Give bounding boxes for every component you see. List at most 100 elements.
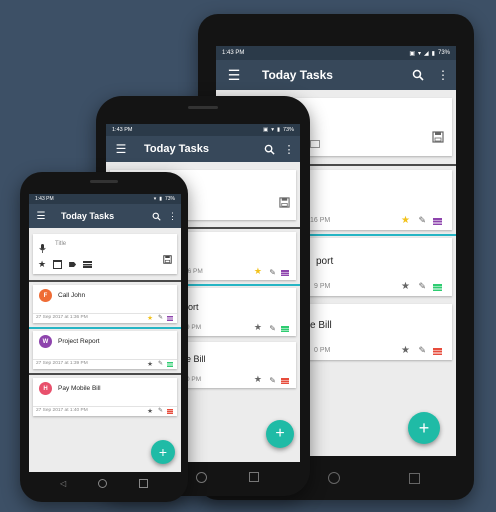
task-date: 0 PM bbox=[186, 376, 202, 383]
menu-icon[interactable]: ☰ bbox=[35, 211, 47, 222]
save-icon[interactable] bbox=[432, 130, 444, 148]
priority-icon bbox=[281, 326, 289, 332]
home-icon[interactable] bbox=[195, 471, 207, 483]
task-title: ort bbox=[188, 302, 199, 312]
task-title: e Bill bbox=[186, 354, 206, 364]
search-icon[interactable] bbox=[262, 144, 276, 155]
status-bar: 1:43 PM ▾ ▮ 73% bbox=[29, 194, 181, 204]
recents-icon[interactable] bbox=[408, 472, 420, 484]
toolbar-title: Today Tasks bbox=[144, 143, 210, 155]
attachment-icon[interactable]: ✎ bbox=[158, 360, 163, 367]
microphone-icon[interactable] bbox=[39, 240, 46, 258]
task-title: port bbox=[316, 256, 334, 267]
priority-icon bbox=[281, 270, 289, 276]
front-phone-device: 1:43 PM ▾ ▮ 73% ☰ Today Tasks ⋮ Title ★ bbox=[20, 172, 188, 502]
task-date: 9 PM bbox=[186, 324, 202, 331]
more-options-icon[interactable]: ⋮ bbox=[284, 143, 295, 156]
home-icon[interactable] bbox=[328, 472, 341, 484]
section-divider bbox=[29, 373, 181, 375]
recents-icon[interactable] bbox=[248, 472, 259, 482]
star-icon[interactable]: ★ bbox=[147, 314, 153, 322]
priority-icon bbox=[167, 362, 173, 367]
priority-icon bbox=[433, 218, 442, 225]
recents-icon[interactable] bbox=[139, 478, 148, 488]
speaker-grille bbox=[188, 106, 218, 109]
priority-icon bbox=[167, 409, 173, 414]
attachment-icon[interactable]: ✎ bbox=[418, 281, 426, 292]
task-title: e Bill bbox=[310, 320, 332, 331]
front-phone-nav-bar: ◁ bbox=[44, 474, 164, 492]
status-time: 1:43 PM bbox=[222, 50, 245, 56]
app-toolbar: ☰ Today Tasks ⋮ bbox=[106, 136, 300, 162]
battery-icon: ▮ bbox=[276, 127, 280, 133]
star-icon[interactable]: ★ bbox=[147, 407, 153, 415]
battery-icon: ▮ bbox=[431, 50, 435, 57]
star-icon[interactable]: ★ bbox=[401, 281, 410, 292]
calendar-icon[interactable] bbox=[53, 260, 63, 269]
home-icon[interactable] bbox=[98, 478, 108, 488]
star-icon[interactable]: ★ bbox=[401, 215, 410, 226]
star-icon[interactable]: ★ bbox=[254, 322, 262, 333]
star-icon[interactable]: ★ bbox=[254, 266, 262, 277]
task-card[interactable]: H Pay Mobile Bill 27 Sep 2017 at 1:40 PM… bbox=[33, 378, 177, 416]
save-icon[interactable] bbox=[163, 251, 172, 269]
task-card[interactable]: W Project Report 27 Sep 2017 at 1:39 PM … bbox=[33, 331, 177, 369]
attachment-icon[interactable]: ✎ bbox=[158, 407, 163, 414]
battery-icon: ▮ bbox=[159, 196, 162, 202]
task-avatar: F bbox=[39, 289, 52, 302]
priority-icon bbox=[433, 348, 442, 355]
menu-icon[interactable]: ☰ bbox=[114, 142, 128, 156]
status-bar: 1:43 PM ▣ ▾ ▮ 73% bbox=[106, 124, 300, 136]
add-task-button[interactable]: + bbox=[151, 440, 175, 464]
star-icon[interactable]: ★ bbox=[401, 345, 410, 356]
toolbar-title: Today Tasks bbox=[61, 211, 115, 221]
task-footer: 27 Sep 2017 at 1:36 PM ★ ✎ bbox=[33, 313, 177, 323]
task-footer: 27 Sep 2017 at 1:40 PM ★ ✎ bbox=[33, 406, 177, 416]
front-phone-screen: 1:43 PM ▾ ▮ 73% ☰ Today Tasks ⋮ Title ★ bbox=[29, 194, 181, 472]
tag-icon bbox=[310, 140, 320, 148]
back-icon[interactable]: ◁ bbox=[60, 479, 66, 488]
star-icon[interactable]: ★ bbox=[254, 374, 262, 385]
app-toolbar: ☰ Today Tasks ⋮ bbox=[29, 204, 181, 228]
task-date: 9 PM bbox=[314, 283, 331, 290]
notification-icon: ▣ bbox=[262, 127, 269, 133]
battery-level: 73% bbox=[437, 50, 450, 56]
priority-icon bbox=[433, 284, 442, 291]
wifi-icon: ▾ bbox=[271, 127, 274, 133]
attachment-icon[interactable]: ✎ bbox=[269, 376, 276, 385]
priority-icon bbox=[167, 316, 173, 321]
task-title: Call John bbox=[58, 292, 86, 299]
attachment-icon[interactable]: ✎ bbox=[269, 324, 276, 333]
attachment-icon[interactable]: ✎ bbox=[418, 215, 426, 226]
add-task-button[interactable]: + bbox=[266, 420, 294, 448]
battery-level: 73% bbox=[164, 196, 175, 202]
task-title: Pay Mobile Bill bbox=[58, 385, 101, 392]
save-icon[interactable] bbox=[279, 195, 290, 213]
add-task-button[interactable]: + bbox=[408, 412, 440, 444]
notification-icon: ▣ bbox=[409, 50, 416, 57]
task-date: 27 Sep 2017 at 1:36 PM bbox=[36, 315, 88, 320]
search-icon[interactable] bbox=[150, 212, 162, 221]
task-date: 27 Sep 2017 at 1:40 PM bbox=[36, 408, 88, 413]
more-options-icon[interactable]: ⋮ bbox=[437, 68, 449, 82]
app-toolbar: ☰ Today Tasks ⋮ bbox=[216, 60, 456, 90]
label-icon[interactable] bbox=[69, 262, 77, 267]
more-options-icon[interactable]: ⋮ bbox=[168, 211, 177, 222]
menu-icon[interactable]: ☰ bbox=[226, 67, 242, 84]
star-icon[interactable]: ★ bbox=[38, 260, 46, 269]
search-icon[interactable] bbox=[410, 69, 426, 81]
task-date: 27 Sep 2017 at 1:39 PM bbox=[36, 361, 88, 366]
new-task-card: Title ★ bbox=[33, 234, 177, 274]
task-card[interactable]: F Call John 27 Sep 2017 at 1:36 PM ★ ✎ bbox=[33, 285, 177, 323]
priority-icon bbox=[281, 378, 289, 384]
task-date: 16 PM bbox=[310, 217, 331, 224]
star-icon[interactable]: ★ bbox=[147, 360, 153, 368]
battery-level: 73% bbox=[282, 127, 294, 133]
attachment-icon[interactable]: ✎ bbox=[418, 345, 426, 356]
section-divider bbox=[29, 327, 181, 329]
attachment-icon[interactable]: ✎ bbox=[158, 314, 163, 321]
task-avatar: H bbox=[39, 382, 52, 395]
title-input[interactable]: Title bbox=[55, 241, 66, 247]
attachment-icon[interactable]: ✎ bbox=[269, 268, 276, 277]
priority-icon[interactable] bbox=[83, 261, 93, 268]
